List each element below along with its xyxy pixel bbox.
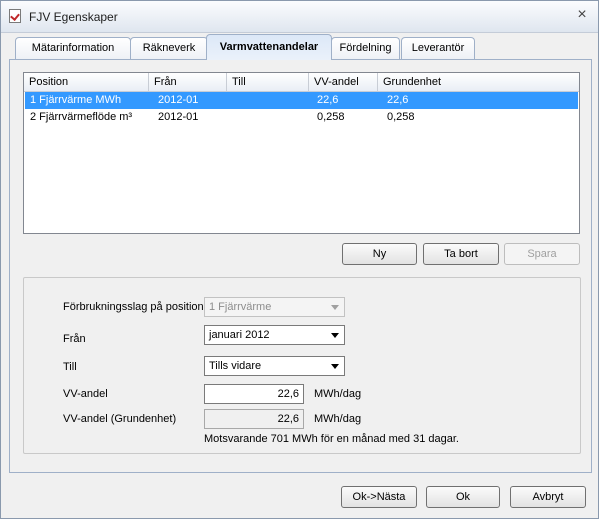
save-button[interactable]: Spara xyxy=(504,243,580,265)
cell-position: 2 Fjärrvärmeflöde m³ xyxy=(30,111,133,123)
chevron-down-icon[interactable] xyxy=(328,300,342,314)
chevron-down-icon[interactable] xyxy=(328,328,342,342)
till-dropdown[interactable]: Tills vidare xyxy=(204,356,345,376)
position-list[interactable]: Position Från Till VV-andel Grundenhet 1… xyxy=(23,72,580,234)
tab-leverantor[interactable]: Leverantör xyxy=(401,37,475,59)
fran-dropdown[interactable]: januari 2012 xyxy=(204,325,345,345)
forbrukningsslag-label: Förbrukningsslag på position xyxy=(63,301,204,313)
cell-grundenhet: 0,258 xyxy=(387,111,415,123)
table-row[interactable]: 1 Fjärrvärme MWh 2012-01 22,6 22,6 xyxy=(25,92,578,109)
cancel-button[interactable]: Avbryt xyxy=(510,486,586,508)
column-header-position[interactable]: Position xyxy=(24,73,149,92)
forbrukningsslag-dropdown[interactable]: 1 Fjärrvärme xyxy=(204,297,345,317)
till-label: Till xyxy=(63,361,77,373)
table-row[interactable]: 2 Fjärrvärmeflöde m³ 2012-01 0,258 0,258 xyxy=(25,109,578,126)
vv-grund-field: 22,6 xyxy=(204,409,304,429)
motsvarande-text: Motsvarande 701 MWh för en månad med 31 … xyxy=(204,433,459,445)
app-icon xyxy=(9,9,21,23)
column-header-grundenhet[interactable]: Grundenhet xyxy=(378,73,579,92)
column-header-till[interactable]: Till xyxy=(227,73,309,92)
ok-next-button[interactable]: Ok->Nästa xyxy=(341,486,417,508)
cell-vv-andel: 22,6 xyxy=(317,94,339,106)
new-button[interactable]: Ny xyxy=(342,243,417,265)
window-title: FJV Egenskaper xyxy=(29,10,118,24)
forbrukningsslag-value: 1 Fjärrvärme xyxy=(209,301,272,313)
vv-andel-input[interactable]: 22,6 xyxy=(204,384,304,404)
column-header-fran[interactable]: Från xyxy=(149,73,227,92)
vv-andel-label: VV-andel xyxy=(63,388,108,400)
delete-button[interactable]: Ta bort xyxy=(423,243,499,265)
cell-position: 1 Fjärrvärme MWh xyxy=(30,94,122,106)
chevron-down-icon[interactable] xyxy=(328,359,342,373)
column-header-vv-andel[interactable]: VV-andel xyxy=(309,73,378,92)
vv-grund-label: VV-andel (Grundenhet) xyxy=(63,413,177,425)
close-icon[interactable]: × xyxy=(574,7,590,23)
title-bar: FJV Egenskaper × xyxy=(1,1,598,33)
cell-grundenhet: 22,6 xyxy=(387,94,409,106)
dialog-window: FJV Egenskaper × Mätarinformation Räknev… xyxy=(0,0,599,519)
tab-varmvattenandelar[interactable]: Varmvattenandelar xyxy=(206,34,332,60)
cell-vv-andel: 0,258 xyxy=(317,111,345,123)
vv-andel-unit: MWh/dag xyxy=(314,388,362,400)
vv-grund-unit: MWh/dag xyxy=(314,413,362,425)
fran-label: Från xyxy=(63,333,86,345)
ok-button[interactable]: Ok xyxy=(426,486,500,508)
fran-value: januari 2012 xyxy=(209,329,270,341)
cell-fran: 2012-01 xyxy=(158,111,199,123)
tab-raknevark[interactable]: Räkneverk xyxy=(130,37,208,59)
tab-fordelning[interactable]: Fördelning xyxy=(331,37,400,59)
tab-matarinformation[interactable]: Mätarinformation xyxy=(15,37,131,59)
cell-fran: 2012-01 xyxy=(158,94,199,106)
till-value: Tills vidare xyxy=(209,360,262,372)
